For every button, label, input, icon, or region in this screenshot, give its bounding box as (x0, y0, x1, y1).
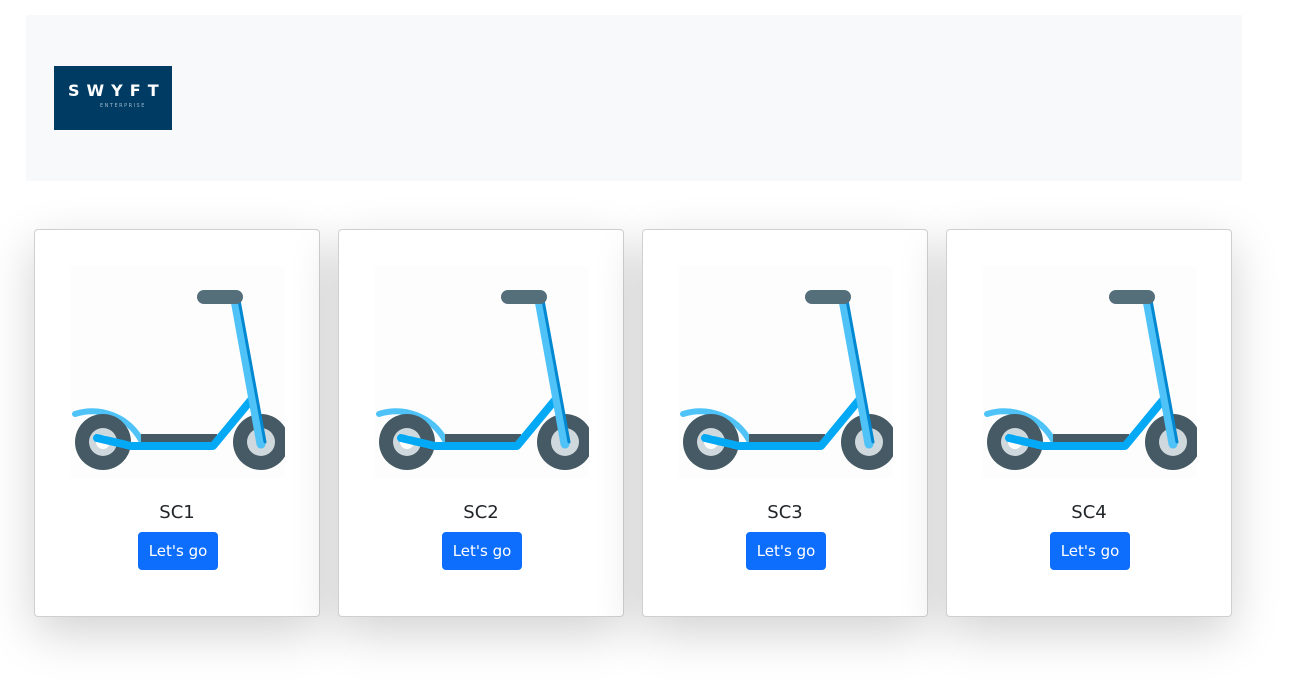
scooter-card: SC3 Let's go (642, 229, 928, 617)
scooter-icon (984, 290, 1197, 470)
scooter-title: SC4 (1071, 502, 1107, 523)
scooter-image (983, 266, 1197, 478)
scooter-card-list: SC1 Let's go SC2 Let's go SC3 Let's go S… (34, 229, 1234, 619)
header: SWYFT ENTERPRISE (26, 15, 1242, 181)
scooter-title: SC2 (463, 502, 499, 523)
lets-go-button[interactable]: Let's go (442, 532, 522, 570)
logo-text: SWYFT (68, 81, 166, 100)
scooter-image (71, 266, 285, 478)
scooter-card: SC4 Let's go (946, 229, 1232, 617)
scooter-image (679, 266, 893, 478)
scooter-title: SC3 (767, 502, 803, 523)
scooter-icon (376, 290, 589, 470)
logo-subtext: ENTERPRISE (100, 103, 146, 109)
lets-go-button[interactable]: Let's go (1050, 532, 1130, 570)
scooter-icon (72, 290, 285, 470)
scooter-card: SC2 Let's go (338, 229, 624, 617)
lets-go-button[interactable]: Let's go (746, 532, 826, 570)
swyft-logo[interactable]: SWYFT ENTERPRISE (54, 66, 172, 130)
scooter-image (375, 266, 589, 478)
scooter-title: SC1 (159, 502, 195, 523)
scooter-icon (680, 290, 893, 470)
lets-go-button[interactable]: Let's go (138, 532, 218, 570)
scooter-card: SC1 Let's go (34, 229, 320, 617)
